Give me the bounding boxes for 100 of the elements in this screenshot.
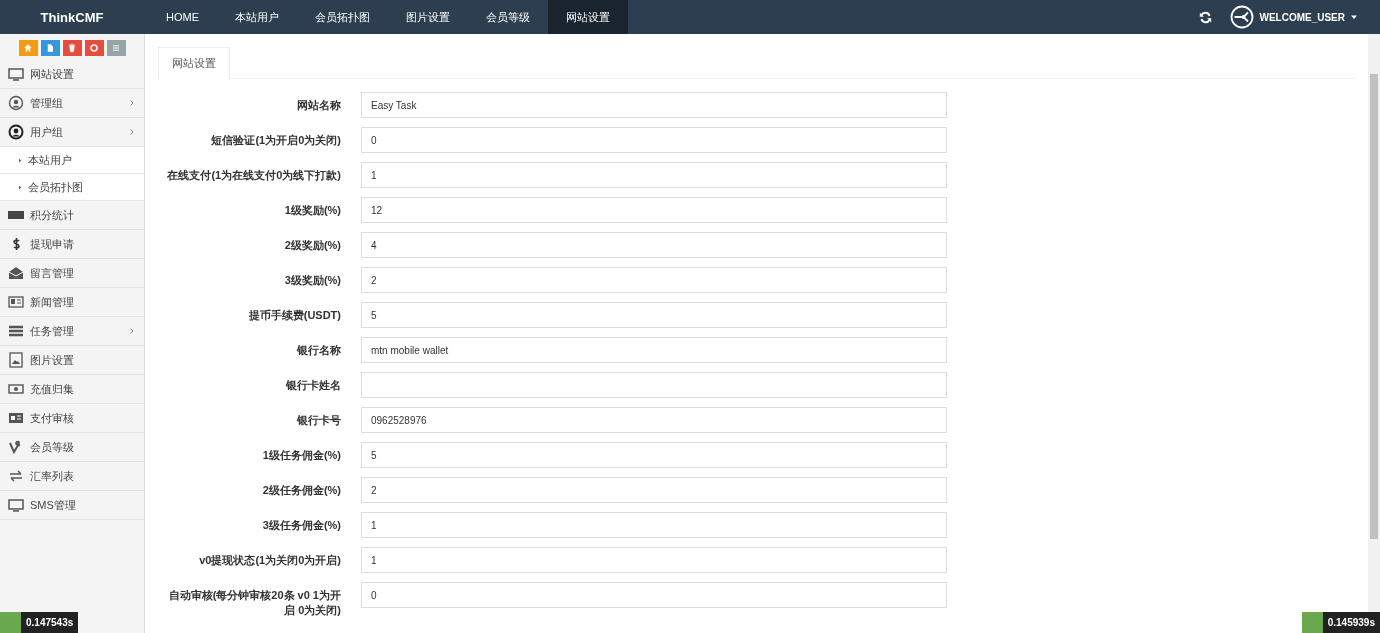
sidebar-item-label: 支付审核 <box>30 410 74 426</box>
field-label: 3级奖励(%) <box>283 273 341 288</box>
tab[interactable]: 网站设置 <box>158 47 230 79</box>
caret-right-icon <box>18 156 23 164</box>
id-card-icon <box>8 410 24 426</box>
field-label: 2级任务佣金(%) <box>261 483 341 498</box>
tasks-icon <box>8 323 24 339</box>
nav-tab[interactable]: 网站设置 <box>548 0 628 34</box>
sidebar-subitem[interactable]: 本站用户 <box>0 147 144 174</box>
user-name: WELCOME_USER <box>1259 11 1345 23</box>
sidebar-item-label: 留言管理 <box>30 265 74 281</box>
scrollbar-thumb[interactable] <box>1370 74 1378 539</box>
sidebar-item[interactable]: 新闻管理 <box>0 288 144 317</box>
newspaper-icon <box>8 294 24 310</box>
field-label: 2级奖励(%) <box>283 238 341 253</box>
sidebar-item-label: 用户组 <box>30 124 63 140</box>
quick-button[interactable] <box>84 40 104 56</box>
input-field[interactable]: 0 <box>361 127 947 153</box>
user-circle-icon <box>8 95 24 111</box>
nav-tab[interactable]: 图片设置 <box>388 0 468 34</box>
quick-button[interactable] <box>40 40 60 56</box>
user-circle-icon <box>8 124 24 140</box>
sidebar-item-label: 积分统计 <box>30 207 74 223</box>
field-label: 银行卡号 <box>295 413 341 428</box>
input-field[interactable] <box>361 372 947 398</box>
quick-button[interactable] <box>62 40 82 56</box>
sidebar-item-label: SMS管理 <box>30 497 76 513</box>
share-node-icon <box>1230 5 1255 29</box>
field-label: 1级奖励(%) <box>283 203 341 218</box>
execution-time: 0.147543s <box>21 612 79 633</box>
home-icon <box>22 42 34 54</box>
sidebar-item[interactable]: 网站设置 <box>0 60 144 89</box>
input-field[interactable]: 1 <box>361 547 947 573</box>
sidebar-item[interactable]: 图片设置 <box>0 346 144 375</box>
quick-button[interactable] <box>18 40 38 56</box>
input-field[interactable]: 12 <box>361 197 947 223</box>
exchange-icon <box>8 468 24 484</box>
monitor-icon <box>8 497 24 513</box>
sidebar-item[interactable]: 积分统计 <box>0 201 144 230</box>
monitor-icon <box>8 66 24 82</box>
sidebar-item[interactable]: 留言管理 <box>0 259 144 288</box>
input-field[interactable]: 1 <box>361 512 947 538</box>
trash-icon <box>66 42 78 54</box>
field-label: v0提现状态(1为关闭0为开启) <box>198 553 341 568</box>
nav-tab[interactable]: 本站用户 <box>217 0 297 34</box>
nav-tab[interactable]: 会员拓扑图 <box>297 0 388 34</box>
sidebar-item[interactable]: SMS管理 <box>0 491 144 520</box>
sidebar-item-label: 会员等级 <box>30 439 74 455</box>
input-field[interactable]: 0962528976 <box>361 407 947 433</box>
execution-time: 0.145939s <box>1322 612 1380 633</box>
sidebar-item-label: 图片设置 <box>30 352 74 368</box>
field-label: 银行卡姓名 <box>284 378 341 393</box>
sidebar-subitem[interactable]: 会员拓扑图 <box>0 174 144 201</box>
list-icon <box>110 42 122 54</box>
caret-down-icon <box>1350 13 1358 21</box>
nav-tab[interactable]: 会员等级 <box>468 0 548 34</box>
field-label: 1级任务佣金(%) <box>261 448 341 463</box>
field-label: 3级任务佣金(%) <box>261 518 341 533</box>
input-field[interactable]: 5 <box>361 442 947 468</box>
image-icon <box>8 352 24 368</box>
sidebar-item[interactable]: 提现申请 <box>0 230 144 259</box>
sidebar-item[interactable]: 支付审核 <box>0 404 144 433</box>
sidebar-item-label: 网站设置 <box>30 66 74 82</box>
sidebar-item-label: 管理组 <box>30 95 63 111</box>
input-field[interactable]: 1 <box>361 162 947 188</box>
refresh-icon <box>1199 10 1213 24</box>
scrollbar[interactable] <box>1368 34 1380 612</box>
sidebar-item-label: 新闻管理 <box>30 294 74 310</box>
money-icon <box>8 381 24 397</box>
field-label: 在线支付(1为在线支付0为线下打款) <box>166 168 341 183</box>
sidebar-item-label: 汇率列表 <box>30 468 74 484</box>
field-label: 网站名称 <box>296 98 341 113</box>
sidebar-item-label: 充值归集 <box>30 381 74 397</box>
caret-right-icon <box>18 183 23 191</box>
field-label: 短信验证(1为开启0为关闭) <box>210 133 341 148</box>
input-field[interactable]: 5 <box>361 302 947 328</box>
field-label: 自动审核(每分钟审核20条 v0 1为开启 0为关闭) <box>167 588 341 618</box>
sidebar-subitem-label: 会员拓扑图 <box>28 179 83 195</box>
input-field[interactable]: 4 <box>361 232 947 258</box>
field-label: 提币手续费(USDT) <box>247 308 341 323</box>
sidebar-subitem-label: 本站用户 <box>28 152 72 168</box>
input-field[interactable]: mtn mobile wallet <box>361 337 947 363</box>
sidebar-item-label: 提现申请 <box>30 236 74 252</box>
sidebar-item[interactable]: 会员等级 <box>0 433 144 462</box>
field-label: 银行名称 <box>295 343 341 358</box>
sidebar-item[interactable]: 汇率列表 <box>0 462 144 491</box>
input-field[interactable]: 2 <box>361 267 947 293</box>
quick-button[interactable] <box>106 40 126 56</box>
user-menu[interactable]: WELCOME_USER <box>1230 5 1358 29</box>
input-field[interactable]: 2 <box>361 477 947 503</box>
input-field[interactable]: Easy Task <box>361 92 947 118</box>
debug-logo-icon[interactable] <box>1301 612 1323 633</box>
nav-tab[interactable]: HOME <box>148 0 217 34</box>
input-field[interactable]: 0 <box>361 582 947 608</box>
sidebar-item-label: 任务管理 <box>30 323 74 339</box>
envelope-icon <box>8 265 24 281</box>
sidebar-item[interactable]: 管理组 <box>0 89 144 118</box>
sidebar-item[interactable]: 任务管理 <box>0 317 144 346</box>
brand-logo[interactable]: ThinkCMF <box>0 9 144 25</box>
sidebar-item[interactable]: 充值归集 <box>0 375 144 404</box>
